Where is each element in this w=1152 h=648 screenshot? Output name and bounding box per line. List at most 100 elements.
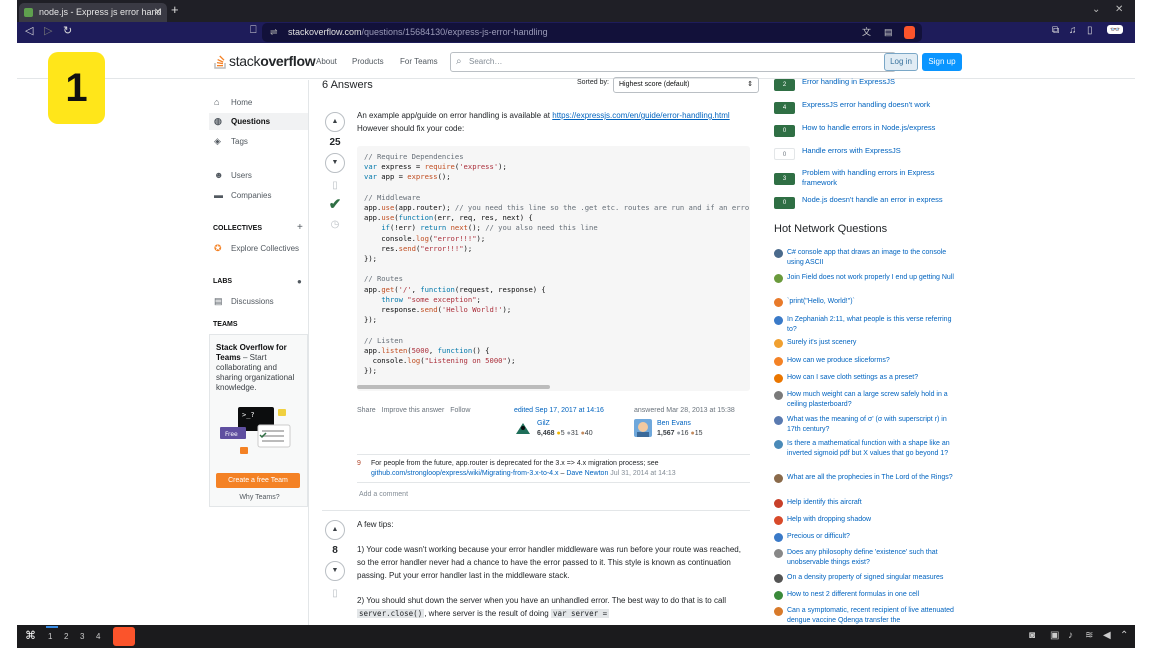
- comment-date: Jul 31, 2014 at 14:13: [610, 470, 676, 477]
- sidebar-item-discussions[interactable]: ▤ Discussions: [209, 293, 308, 310]
- home-icon: ⌂: [214, 97, 220, 107]
- tray-expand-icon[interactable]: ⌃: [1120, 630, 1128, 641]
- expressjs-error-guide-link[interactable]: https://expressjs.com/en/guide/error-han…: [552, 111, 729, 120]
- hnq-title[interactable]: How to nest 2 different formulas in one …: [787, 590, 957, 600]
- hnq-title[interactable]: Is there a mathematical function with a …: [787, 439, 957, 458]
- create-free-team-button[interactable]: Create a free Team: [216, 473, 300, 488]
- sidebar-item-home[interactable]: ⌂ Home: [209, 94, 308, 111]
- media-icon[interactable]: ♫: [1069, 25, 1077, 36]
- downvote-button[interactable]: ▼: [325, 153, 345, 173]
- hnq-title[interactable]: What was the meaning of σ' (σ with super…: [787, 415, 957, 434]
- discord-icon[interactable]: ◙: [1029, 630, 1035, 641]
- wifi-icon[interactable]: ≋: [1085, 630, 1093, 641]
- author-reputation: 1,567 ●16 ●15: [657, 430, 703, 437]
- bookmark-icon[interactable]: ▯: [322, 180, 348, 191]
- microphone-icon[interactable]: ♪: [1068, 630, 1073, 641]
- forward-icon[interactable]: ▷: [44, 24, 52, 37]
- editor-avatar[interactable]: [514, 419, 532, 437]
- login-button[interactable]: Log in: [884, 53, 918, 71]
- url-bar[interactable]: ⇌ stackoverflow.com/questions/15684130/e…: [262, 23, 922, 42]
- hnq-title[interactable]: C# console app that draws an image to th…: [787, 248, 957, 267]
- follow-link[interactable]: Follow: [450, 407, 470, 414]
- translate-icon[interactable]: 文: [862, 23, 871, 42]
- close-tab-icon[interactable]: ✕: [154, 3, 162, 22]
- site-icon: [774, 316, 783, 325]
- sidebar-item-users[interactable]: ☻ Users: [209, 167, 308, 184]
- upvote-button[interactable]: ▲: [325, 112, 345, 132]
- hnq-title[interactable]: What are all the prophecies in The Lord …: [787, 473, 957, 483]
- hnq-title[interactable]: `print("Hello, World!")`: [787, 297, 957, 307]
- comment-author[interactable]: Dave Newton: [566, 470, 608, 477]
- workspace-1[interactable]: 1: [48, 632, 52, 641]
- share-link[interactable]: Share: [357, 407, 376, 414]
- sort-select[interactable]: Highest score (default) ⇕: [613, 77, 759, 93]
- improve-answer-link[interactable]: Improve this answer: [382, 407, 445, 414]
- hnq-title[interactable]: How can I save cloth settings as a prese…: [787, 373, 957, 383]
- downvote-button[interactable]: ▼: [325, 561, 345, 581]
- workspace-2[interactable]: 2: [64, 632, 68, 641]
- history-icon[interactable]: ◷: [322, 219, 348, 230]
- hnq-title[interactable]: Help with dropping shadow: [787, 515, 957, 525]
- volume-icon[interactable]: ◀: [1103, 630, 1111, 641]
- brave-browser-taskbar-icon[interactable]: [113, 627, 135, 646]
- reload-icon[interactable]: ↻: [63, 24, 72, 37]
- sidebar-item-explore-collectives[interactable]: ✪ Explore Collectives: [209, 240, 308, 257]
- tab-list-chevron-icon[interactable]: ⌄: [1092, 4, 1100, 15]
- why-teams-link[interactable]: Why Teams?: [210, 493, 309, 503]
- related-title[interactable]: Problem with handling errors in Express …: [802, 168, 967, 188]
- related-title[interactable]: How to handle errors in Node.js/express: [802, 123, 967, 133]
- editor-name[interactable]: GilZ: [537, 420, 550, 427]
- hnq-title[interactable]: How can we produce sliceforms?: [787, 356, 957, 366]
- related-title[interactable]: ExpressJS error handling doesn't work: [802, 100, 967, 110]
- sidebar-item-questions[interactable]: ◍ Questions: [209, 113, 308, 130]
- nav-for-teams[interactable]: For Teams: [400, 57, 438, 66]
- site-info-icon[interactable]: ⇌: [270, 23, 278, 42]
- author-name[interactable]: Ben Evans: [657, 420, 691, 427]
- sidebar-icon[interactable]: ▯: [1087, 25, 1093, 36]
- related-title[interactable]: Node.js doesn't handle an error in expre…: [802, 195, 967, 205]
- author-avatar[interactable]: [634, 419, 652, 437]
- upvote-button[interactable]: ▲: [325, 520, 345, 540]
- nav-products[interactable]: Products: [352, 57, 384, 66]
- migration-wiki-link[interactable]: github.com/strongloop/express/wiki/Migra…: [371, 470, 559, 477]
- search-input[interactable]: ⌕ Search…: [450, 52, 896, 72]
- workspace-3[interactable]: 3: [80, 632, 84, 641]
- back-icon[interactable]: ◁: [25, 24, 33, 37]
- window-close-icon[interactable]: ✕: [1115, 4, 1123, 15]
- bookmark-icon[interactable]: ▯: [322, 588, 348, 599]
- hnq-title[interactable]: Join Field does not work properly I end …: [787, 273, 957, 283]
- brave-shields-icon[interactable]: [904, 26, 915, 39]
- info-icon[interactable]: ●: [297, 277, 302, 286]
- signup-button[interactable]: Sign up: [922, 53, 962, 71]
- editor-gold-count: 5: [560, 430, 565, 437]
- sidebar-item-tags[interactable]: ◈ Tags: [209, 133, 308, 150]
- stackoverflow-logo[interactable]: stackoverflow: [213, 53, 316, 69]
- new-tab-icon[interactable]: +: [171, 2, 179, 17]
- hnq-title[interactable]: On a density property of signed singular…: [787, 573, 957, 583]
- hnq-title[interactable]: Can a symptomatic, recent recipient of l…: [787, 606, 957, 625]
- answer2-score: 8: [332, 545, 338, 556]
- hnq-title[interactable]: Precious or difficult?: [787, 532, 957, 542]
- browser-tab[interactable]: node.js - Express js error hand ✕: [19, 3, 167, 22]
- related-title[interactable]: Error handling in ExpressJS: [802, 77, 967, 87]
- workspace-4[interactable]: 4: [96, 632, 100, 641]
- sidebar-item-companies[interactable]: ▬ Companies: [209, 187, 308, 204]
- launcher-icon[interactable]: ⌘: [25, 629, 36, 642]
- hnq-title[interactable]: Does any philosophy define 'existence' s…: [787, 548, 957, 567]
- reader-icon[interactable]: ▤: [884, 23, 893, 42]
- add-comment-link[interactable]: Add a comment: [359, 491, 408, 498]
- hnq-title[interactable]: How much weight can a large screw safely…: [787, 390, 957, 409]
- bookmark-icon[interactable]: ⎕: [250, 24, 257, 37]
- hnq-title[interactable]: Help identify this aircraft: [787, 498, 957, 508]
- extensions-icon[interactable]: ⧉: [1052, 25, 1059, 36]
- profile-icon[interactable]: 👓: [1107, 25, 1123, 34]
- code-horizontal-scrollbar[interactable]: [357, 385, 550, 389]
- svg-text:>_?: >_?: [242, 411, 255, 419]
- camera-icon[interactable]: ▣: [1050, 630, 1059, 641]
- related-title[interactable]: Handle errors with ExpressJS: [802, 146, 967, 156]
- edited-timestamp[interactable]: edited Sep 17, 2017 at 14:16: [514, 407, 604, 414]
- hnq-title[interactable]: Surely it's just scenery: [787, 338, 957, 348]
- hnq-title[interactable]: In Zephaniah 2:11, what people is this v…: [787, 315, 957, 334]
- add-collective-icon[interactable]: +: [297, 222, 303, 233]
- nav-about[interactable]: About: [316, 57, 337, 66]
